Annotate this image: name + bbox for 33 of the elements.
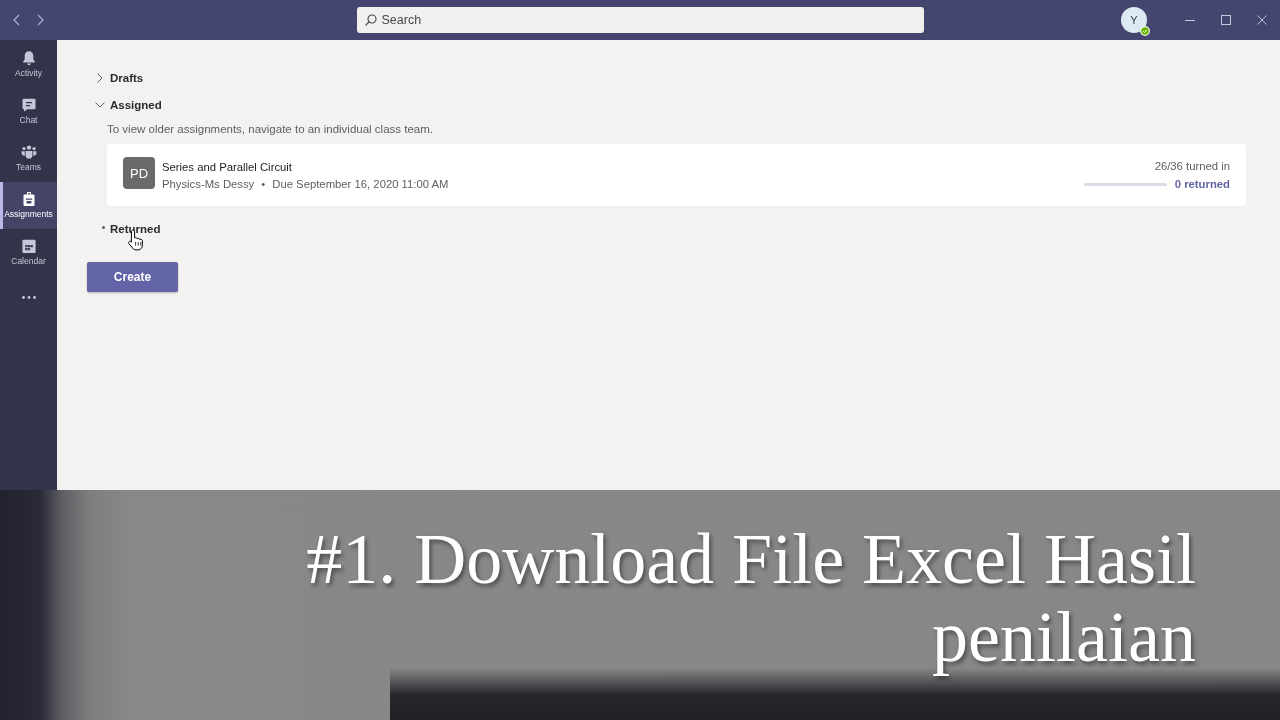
app-bar-button[interactable]: Activity [0, 41, 57, 88]
profile-avatar[interactable]: Y [1121, 7, 1147, 33]
class-name: Physics-Ms Dessy [162, 176, 255, 191]
search-field[interactable]: Search [356, 7, 924, 33]
calendar-icon [20, 238, 37, 254]
app-bar-button[interactable]: Assignments [0, 182, 57, 229]
minimize-icon[interactable] [1185, 19, 1195, 21]
separator: • [261, 176, 266, 191]
chat-icon [20, 97, 37, 113]
maximize-icon[interactable] [1221, 15, 1231, 25]
app-bar-button[interactable]: Calendar [0, 229, 57, 276]
dot-icon [101, 226, 105, 229]
people-icon [20, 144, 37, 160]
forward-icon[interactable] [37, 14, 44, 26]
assignment-card[interactable]: PD Series and Parallel Circuit Physics-Ms Dessy • Due September 16, 2020 11:00 AM 26/36 turned in 0 returned [107, 144, 1246, 206]
status-check-icon [1140, 26, 1150, 36]
create-button[interactable]: Create [87, 262, 178, 292]
more-icon[interactable] [21, 295, 36, 299]
caption-text: #1. Download File Excel Hasil penilaian [305, 520, 1196, 676]
search-icon [364, 14, 377, 26]
assignment-title: Series and Parallel Circuit [162, 159, 292, 174]
app-bar-button[interactable]: Chat [0, 88, 57, 135]
section-header[interactable]: Drafts [87, 64, 144, 91]
returned-count: 0 returned [1174, 177, 1230, 191]
close-icon[interactable] [1257, 15, 1267, 25]
bell-icon [20, 50, 37, 66]
turned-in-count: 26/36 turned in [1154, 159, 1230, 173]
section-header[interactable]: Assigned [87, 91, 162, 118]
back-icon[interactable] [13, 14, 20, 26]
class-avatar: PD [123, 157, 155, 189]
hint-text: To view older assignments, navigate to an individual class team. [107, 122, 434, 137]
app-bar-button[interactable]: Teams [0, 135, 57, 182]
due-date: Due September 16, 2020 11:00 AM [272, 176, 449, 191]
